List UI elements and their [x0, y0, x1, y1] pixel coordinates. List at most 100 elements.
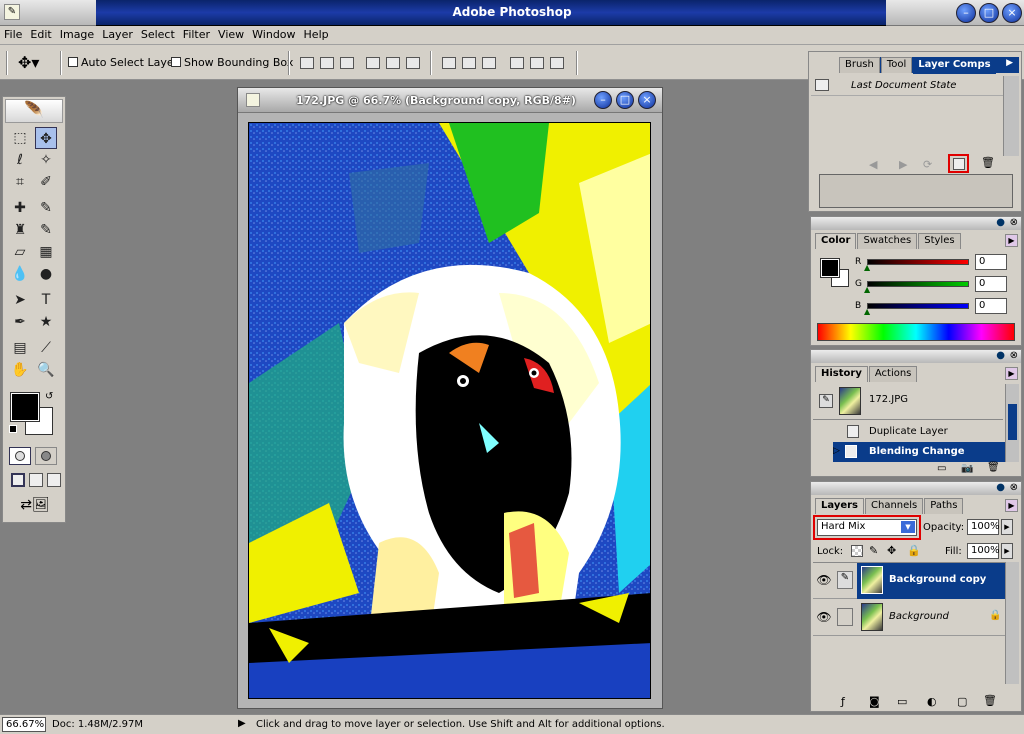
- show-bounding-box-checkbox[interactable]: Show Bounding Box: [171, 56, 293, 69]
- history-scrollbar[interactable]: [1005, 384, 1019, 462]
- menu-edit[interactable]: Edit: [26, 26, 55, 41]
- brush-link-icon[interactable]: ✎: [837, 571, 853, 589]
- close-panel-icon[interactable]: ⊗: [1010, 482, 1018, 493]
- zoom-tool-icon[interactable]: 🔍: [35, 359, 57, 381]
- g-value-input[interactable]: 0: [975, 276, 1007, 292]
- layer-comps-menu-arrow[interactable]: ▶: [1006, 58, 1013, 68]
- eye-visibility-icon[interactable]: 👁: [816, 573, 832, 587]
- color-menu-arrow-icon[interactable]: ▶: [1005, 234, 1018, 247]
- swap-colors-icon[interactable]: ↺: [45, 391, 53, 402]
- align-vertical-center-icon[interactable]: [320, 57, 334, 69]
- brush-tool-icon[interactable]: ✎: [35, 197, 57, 219]
- custom-shape-icon[interactable]: ★: [35, 311, 57, 333]
- link-slot-icon[interactable]: [837, 608, 853, 626]
- standard-mode-icon[interactable]: [9, 447, 31, 465]
- lock-transparency-icon[interactable]: [851, 545, 863, 557]
- auto-select-layer-checkbox[interactable]: Auto Select Layer: [68, 56, 178, 69]
- image-canvas[interactable]: [248, 122, 651, 699]
- screen-mode-full-menu-icon[interactable]: [29, 473, 43, 487]
- tab-actions[interactable]: Actions: [868, 366, 918, 382]
- doc-maximize-button[interactable]: □: [616, 91, 634, 109]
- history-menu-arrow-icon[interactable]: ▶: [1005, 367, 1018, 380]
- document-icon[interactable]: [246, 93, 260, 107]
- layer-row[interactable]: 👁 ✎ Background copy: [813, 563, 1005, 599]
- color-fg-swatch[interactable]: [820, 258, 840, 278]
- distribute-vcenter-icon[interactable]: [462, 57, 476, 69]
- history-brush-source-icon[interactable]: ✎: [819, 394, 833, 408]
- g-slider-thumb[interactable]: ▲: [864, 285, 870, 294]
- eyedropper-icon[interactable]: ⟋: [35, 337, 57, 359]
- move-tool-icon[interactable]: ✥: [35, 127, 57, 149]
- layer-comp-row[interactable]: Last Document State: [811, 76, 1003, 96]
- screen-mode-full-icon[interactable]: [47, 473, 61, 487]
- distribute-left-icon[interactable]: [510, 57, 524, 69]
- eye-visibility-icon[interactable]: 👁: [816, 610, 832, 624]
- b-value-input[interactable]: 0: [975, 298, 1007, 314]
- tab-color[interactable]: Color: [815, 233, 857, 249]
- gradient-tool-icon[interactable]: ▦: [35, 241, 57, 263]
- collapse-icon[interactable]: ●: [996, 217, 1005, 228]
- menu-file[interactable]: File: [0, 26, 26, 41]
- collapse-icon[interactable]: ●: [996, 482, 1005, 493]
- fill-input[interactable]: 100%: [967, 543, 1000, 559]
- status-menu-arrow-icon[interactable]: ▶: [238, 718, 246, 729]
- new-document-from-state-icon[interactable]: ▭: [937, 463, 946, 474]
- collapse-icon[interactable]: ●: [996, 350, 1005, 361]
- align-right-icon[interactable]: [406, 57, 420, 69]
- screen-mode-standard-icon[interactable]: [11, 473, 25, 487]
- opacity-slider-arrow-icon[interactable]: ▶: [1001, 519, 1013, 535]
- update-comp-icon[interactable]: ⟳: [923, 158, 932, 171]
- new-snapshot-icon[interactable]: 📷: [961, 463, 973, 474]
- lasso-tool-icon[interactable]: ℓ: [9, 149, 31, 171]
- color-spectrum-bar[interactable]: [817, 323, 1015, 341]
- new-layer-icon[interactable]: ▢: [957, 695, 967, 708]
- quick-mask-icon[interactable]: [35, 447, 57, 465]
- type-tool-icon[interactable]: T: [35, 289, 57, 311]
- move-tool-preset-icon[interactable]: ✥▾: [18, 53, 39, 72]
- close-button[interactable]: ×: [1002, 3, 1022, 23]
- tab-styles[interactable]: Styles: [918, 233, 961, 249]
- next-comp-icon[interactable]: ▶: [899, 158, 907, 171]
- align-horizontal-center-icon[interactable]: [386, 57, 400, 69]
- distribute-hcenter-icon[interactable]: [530, 57, 544, 69]
- align-bottom-icon[interactable]: [340, 57, 354, 69]
- document-title-bar[interactable]: 172.JPG @ 66.7% (Background copy, RGB/8#…: [238, 88, 662, 113]
- layer-row-selected[interactable]: Background copy: [857, 563, 1005, 599]
- r-value-input[interactable]: 0: [975, 254, 1007, 270]
- add-mask-icon[interactable]: ◙: [869, 695, 880, 708]
- opacity-input[interactable]: 100%: [967, 519, 1000, 535]
- close-panel-icon[interactable]: ⊗: [1010, 217, 1018, 228]
- new-group-icon[interactable]: ▭: [897, 695, 907, 708]
- layer-comps-scrollbar[interactable]: [1003, 76, 1019, 156]
- b-slider[interactable]: [867, 303, 969, 309]
- jump-to-imageready-icon[interactable]: ⇄🖼: [11, 497, 59, 517]
- doc-minimize-button[interactable]: –: [594, 91, 612, 109]
- eraser-tool-icon[interactable]: ▱: [9, 241, 31, 263]
- history-slider-icon[interactable]: ▷: [833, 446, 840, 456]
- r-slider[interactable]: [867, 259, 969, 265]
- tab-layer-comps[interactable]: Layer Comps: [913, 58, 996, 74]
- doc-close-button[interactable]: ×: [638, 91, 656, 109]
- default-colors-icon[interactable]: [9, 425, 17, 433]
- adjustment-layer-icon[interactable]: ◐: [927, 695, 937, 708]
- maximize-button[interactable]: □: [979, 3, 999, 23]
- layers-menu-arrow-icon[interactable]: ▶: [1005, 499, 1018, 512]
- menu-window[interactable]: Window: [248, 26, 299, 41]
- menu-view[interactable]: View: [214, 26, 248, 41]
- g-slider[interactable]: [867, 281, 969, 287]
- b-slider-thumb[interactable]: ▲: [864, 307, 870, 316]
- history-brush-icon[interactable]: ✎: [35, 219, 57, 241]
- tab-swatches[interactable]: Swatches: [857, 233, 918, 249]
- slice-tool-icon[interactable]: ✐: [35, 171, 57, 193]
- menu-filter[interactable]: Filter: [179, 26, 214, 41]
- delete-comp-icon[interactable]: 🗑: [981, 156, 995, 169]
- menu-layer[interactable]: Layer: [98, 26, 137, 41]
- auto-select-checkbox-box[interactable]: [68, 57, 78, 67]
- dodge-tool-icon[interactable]: ●: [35, 263, 57, 285]
- history-item[interactable]: Duplicate Layer: [813, 422, 1003, 442]
- zoom-level-input[interactable]: 66.67%: [2, 717, 46, 732]
- history-snapshot-row[interactable]: ✎ 172.JPG: [813, 384, 1003, 420]
- magic-wand-icon[interactable]: ✧: [35, 149, 57, 171]
- tab-tool[interactable]: Tool: [880, 57, 913, 73]
- marquee-tool-icon[interactable]: ⬚: [9, 127, 31, 149]
